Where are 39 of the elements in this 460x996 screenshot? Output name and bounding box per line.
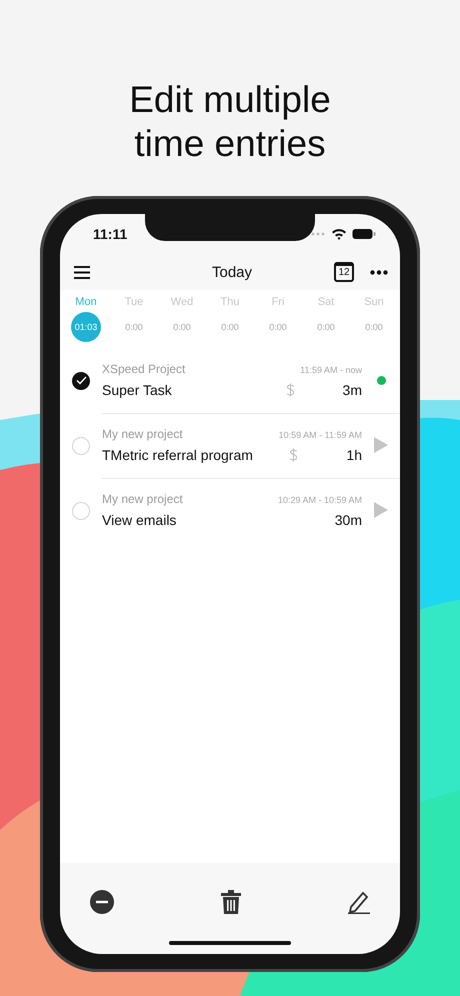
trash-icon[interactable] xyxy=(221,890,241,914)
day-tab[interactable]: Mon xyxy=(75,296,97,308)
day-tab[interactable]: Tue xyxy=(124,296,144,308)
duration: 3m xyxy=(342,382,362,398)
task-name: View emails xyxy=(102,512,178,528)
day-hours: 0:00 xyxy=(317,321,335,334)
day-hours: 0:00 xyxy=(365,321,383,334)
day-tab[interactable]: Fri xyxy=(272,296,284,308)
time-range: 11:59 AM - now xyxy=(300,365,362,375)
screen-title: Today xyxy=(210,264,254,280)
day-hours: 0:00 xyxy=(173,321,191,334)
wifi-icon xyxy=(331,228,347,240)
day-hours: 0:00 xyxy=(125,321,143,334)
day-hours: 01:03 xyxy=(71,312,101,342)
duration: 30m xyxy=(334,512,362,528)
time-range: 10:29 AM - 10:59 AM xyxy=(278,495,362,505)
calendar-button[interactable]: 12 xyxy=(334,262,354,282)
select-checkbox[interactable] xyxy=(72,372,90,390)
day-tab[interactable]: Wed xyxy=(170,296,194,308)
more-button[interactable] xyxy=(370,270,388,274)
edit-icon[interactable] xyxy=(348,890,370,914)
duration: 1h xyxy=(346,447,362,463)
battery-icon xyxy=(352,228,376,240)
day-tab[interactable]: Sun xyxy=(364,296,384,308)
status-time: 11:11 xyxy=(93,226,128,242)
task-name: Super Task xyxy=(102,382,173,398)
menu-button[interactable] xyxy=(74,266,90,278)
check-icon xyxy=(76,376,86,385)
day-hours: 0:00 xyxy=(221,321,239,334)
remove-icon[interactable] xyxy=(90,890,114,914)
project-name: XSpeed Project xyxy=(102,362,186,376)
time-range: 10:59 AM - 11:59 AM xyxy=(278,430,362,440)
project-name: My new project xyxy=(102,492,184,506)
headline: Edit multiple time entries xyxy=(128,78,332,166)
project-name: My new project xyxy=(102,427,184,441)
day-hours: 0:00 xyxy=(269,321,287,334)
day-tab[interactable]: Thu xyxy=(220,296,240,308)
task-name: TMetric referral program xyxy=(102,447,254,463)
day-tab[interactable]: Sat xyxy=(318,296,334,308)
